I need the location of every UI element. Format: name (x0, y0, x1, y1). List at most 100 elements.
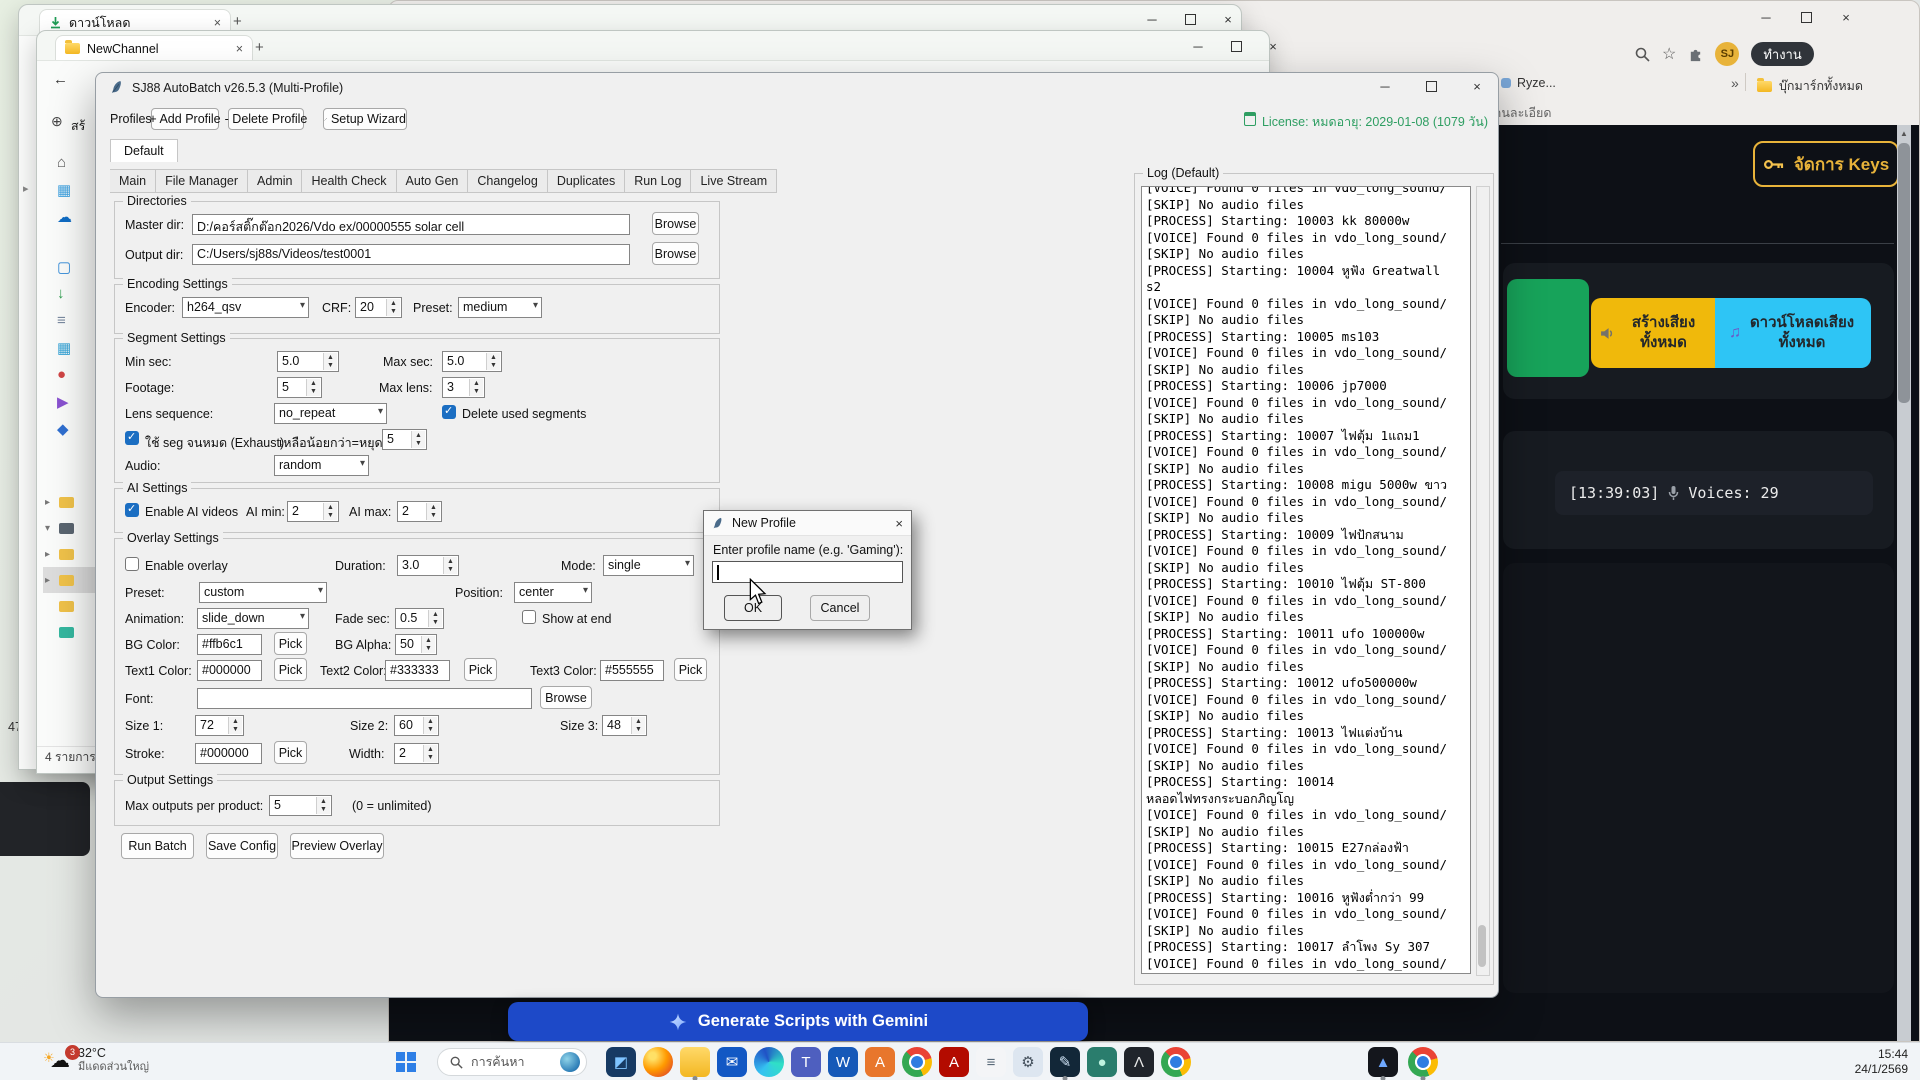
bg-color-pick-button[interactable]: Pick (274, 632, 307, 655)
tree-chevron-icon[interactable]: ▸ (45, 575, 55, 586)
tree-row[interactable] (43, 593, 99, 619)
start-button[interactable] (396, 1052, 416, 1072)
overlay-preset-select[interactable]: custom▾ (199, 582, 327, 603)
manage-keys-button[interactable]: จัดการ Keys (1753, 141, 1899, 187)
notebook-tab[interactable]: Admin (248, 169, 302, 193)
taskbar-icon-anaconda[interactable]: ● (1087, 1047, 1117, 1077)
nav-icon[interactable]: ↓ (57, 280, 71, 307)
ai-min-stepper[interactable]: 2▲▼ (287, 501, 339, 522)
audio-select[interactable]: random▾ (274, 455, 369, 476)
nav-icon[interactable]: ▦ (57, 334, 71, 361)
sj88-close-button[interactable]: × (1460, 75, 1494, 97)
log-output[interactable]: [VOICE] Found 0 files in vdo_long_sound/… (1141, 186, 1471, 974)
taskbar-icon-word[interactable]: W (828, 1047, 858, 1077)
position-select[interactable]: center▾ (514, 582, 592, 603)
animation-select[interactable]: slide_down▾ (197, 608, 309, 629)
log-scrollbar-thumb[interactable] (1478, 925, 1486, 967)
log-scrollbar[interactable] (1476, 186, 1490, 976)
nav-icon[interactable]: ▦ (57, 176, 72, 203)
nav-icon[interactable]: ▶ (57, 388, 71, 415)
cancel-button[interactable]: Cancel (810, 595, 870, 621)
spin-arrows[interactable]: ▲▼ (316, 797, 330, 814)
mode-select[interactable]: single▾ (603, 555, 694, 576)
tree-row[interactable]: ▾ (43, 515, 99, 541)
ai-max-stepper[interactable]: 2▲▼ (397, 501, 442, 522)
spin-arrows[interactable]: ▲▼ (386, 299, 400, 316)
taskbar-icon-settings[interactable]: ⚙ (1013, 1047, 1043, 1077)
download-all-voices-button[interactable]: ♫ ดาวน์โหลดเสียงทั้งหมด (1715, 298, 1871, 368)
spin-arrows[interactable]: ▲▼ (421, 636, 435, 653)
taskbar-icon-teams[interactable]: T (791, 1047, 821, 1077)
min-sec-stepper[interactable]: 5.0▲▼ (277, 351, 339, 372)
text1-color-input[interactable]: #000000 (197, 660, 262, 681)
taskbar-icon-photos[interactable]: ◩ (606, 1047, 636, 1077)
new-tab-button[interactable]: + (233, 13, 242, 30)
spin-arrows[interactable]: ▲▼ (486, 353, 500, 370)
profile-avatar[interactable]: SJ (1715, 42, 1739, 66)
size3-stepper[interactable]: 48▲▼ (602, 715, 647, 736)
chevron-right-icon[interactable]: ▸ (23, 182, 29, 195)
browser-minimize-button[interactable]: ─ (1749, 6, 1783, 28)
taskbar-icon-file-explorer[interactable] (680, 1047, 710, 1077)
search-icon[interactable] (1635, 47, 1650, 62)
sj88-maximize-button[interactable] (1414, 75, 1448, 97)
preview-overlay-button[interactable]: Preview Overlay (290, 833, 384, 859)
bg-color-input[interactable]: #ffb6c1 (197, 634, 262, 655)
scrollbar-thumb[interactable] (1898, 143, 1910, 403)
tree-row[interactable]: ▸ (43, 567, 99, 593)
save-config-button[interactable]: Save Config (206, 833, 278, 859)
duration-stepper[interactable]: 3.0▲▼ (397, 555, 459, 576)
profile-tab-default[interactable]: Default (110, 139, 178, 162)
profile-name-input[interactable] (712, 561, 903, 583)
nav-icon[interactable]: ◆ (57, 415, 71, 442)
footage-stepper[interactable]: 5▲▼ (277, 377, 322, 398)
tree-chevron-icon[interactable]: ▸ (45, 497, 55, 508)
explorer1-close-button[interactable]: × (1211, 8, 1245, 30)
max-sec-stepper[interactable]: 5.0▲▼ (442, 351, 502, 372)
notebook-tab[interactable]: Duplicates (548, 169, 625, 193)
taskbar-icon-media-app[interactable]: ▲ (1368, 1047, 1398, 1077)
nav-icon[interactable]: ☁ (57, 203, 72, 230)
spin-arrows[interactable]: ▲▼ (423, 745, 437, 762)
taskbar-icon-acrobat[interactable]: A (939, 1047, 969, 1077)
show-at-end-checkbox[interactable] (522, 610, 536, 624)
bg-alpha-stepper[interactable]: 50▲▼ (395, 634, 437, 655)
stroke-pick-button[interactable]: Pick (274, 741, 307, 764)
delete-used-segments-checkbox[interactable] (442, 405, 456, 419)
crf-stepper[interactable]: 20▲▼ (355, 297, 402, 318)
add-profile-button[interactable]: + Add Profile (151, 108, 219, 130)
tree-chevron-icon[interactable]: ▾ (45, 523, 55, 534)
tree-row[interactable]: ▸ (43, 541, 99, 567)
new-tab-button[interactable]: + (255, 39, 264, 56)
taskbar-icon-chrome-profile[interactable] (1408, 1047, 1438, 1077)
preset-select[interactable]: medium▾ (458, 297, 542, 318)
notebook-tab[interactable]: Run Log (625, 169, 691, 193)
max-lens-stepper[interactable]: 3▲▼ (442, 377, 485, 398)
notebook-tab[interactable]: Changelog (468, 169, 547, 193)
taskbar-icon-chrome[interactable] (902, 1047, 932, 1077)
master-dir-input[interactable]: D:/คอร์สติ๊กต๊อก2026/Vdo ex/00000555 sol… (192, 214, 630, 235)
notebook-tab[interactable]: Health Check (302, 169, 396, 193)
delete-profile-button[interactable]: - Delete Profile (228, 108, 304, 130)
lens-sequence-select[interactable]: no_repeat▾ (274, 403, 387, 424)
enable-ai-videos-checkbox[interactable] (125, 503, 139, 517)
stroke-width-stepper[interactable]: 2▲▼ (394, 743, 439, 764)
explorer2-minimize-button[interactable]: ─ (1181, 35, 1215, 57)
browser-maximize-button[interactable] (1789, 6, 1823, 28)
spin-arrows[interactable]: ▲▼ (323, 353, 337, 370)
taskbar-icon-chrome-2[interactable] (1161, 1047, 1191, 1077)
tab-close-icon[interactable]: × (214, 16, 221, 30)
bookmarks-all-button[interactable]: บุ๊กมาร์กทั้งหมด (1757, 76, 1863, 96)
explorer2-maximize-button[interactable] (1219, 35, 1253, 57)
output-browse-button[interactable]: Browse (652, 242, 699, 265)
extensions-puzzle-icon[interactable] (1688, 47, 1703, 62)
browser-close-button[interactable]: × (1829, 6, 1863, 28)
tree-row[interactable]: ▸ (43, 489, 99, 515)
nav-icon[interactable]: ▢ (57, 253, 71, 280)
remain-stop-stepper[interactable]: 5▲▼ (382, 429, 427, 450)
taskbar-icon-firefox[interactable] (643, 1047, 673, 1077)
master-browse-button[interactable]: Browse (652, 212, 699, 235)
spin-arrows[interactable]: ▲▼ (423, 717, 437, 734)
weather-widget[interactable]: ☁☀ 3 32°C มีแดดส่วนใหญ่ (50, 1046, 149, 1074)
taskbar-icon-notepad[interactable]: ≡ (976, 1047, 1006, 1077)
